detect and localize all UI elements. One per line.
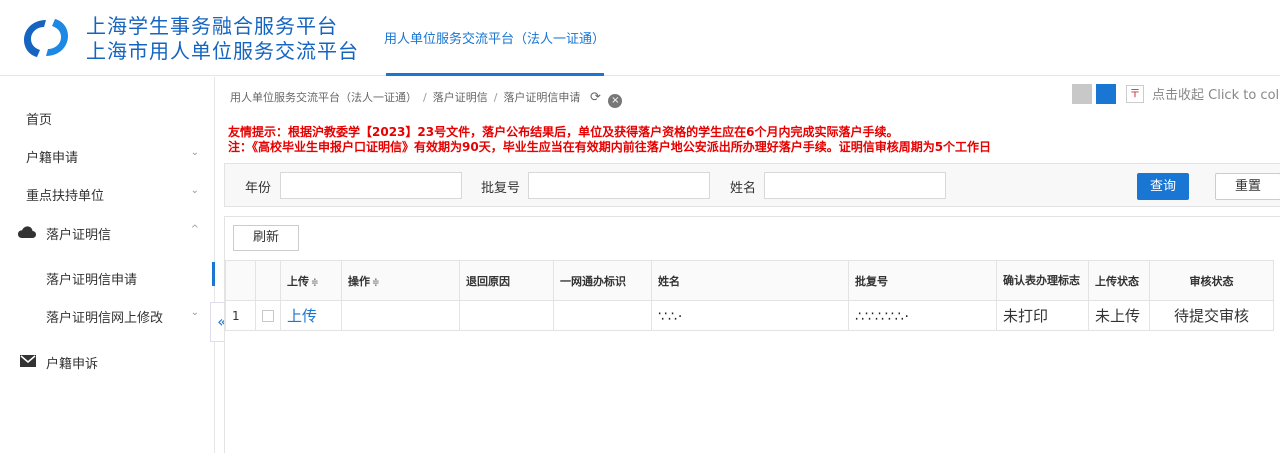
upload-status-cell: 未上传	[1088, 300, 1150, 331]
sidebar-menu: 首页 户籍申请 ⌄ 重点扶持单位 ⌄ 落户证明信 ^ 落户证明信申请 落户证明信…	[0, 77, 215, 453]
masked-batch-number: ∴∵∴∵∴·	[855, 308, 910, 325]
column-header-index	[225, 260, 256, 301]
chevron-down-icon: ⌄	[190, 147, 199, 158]
sort-icon[interactable]: ≑	[372, 278, 380, 288]
row-checkbox[interactable]	[262, 310, 274, 322]
sidebar-active-indicator	[212, 262, 215, 286]
close-icon[interactable]: ×	[608, 94, 623, 108]
envelope-icon	[20, 355, 36, 367]
confirm-flag-cell: 未打印	[996, 300, 1089, 331]
refresh-icon[interactable]: ⟳	[590, 90, 601, 105]
sidebar-item-label: 落户证明信	[46, 228, 112, 243]
brand-line-1: 上海学生事务融合服务平台	[86, 14, 338, 38]
review-status-cell: 待提交审核	[1149, 300, 1274, 331]
chevron-down-icon: ⌄	[190, 307, 199, 318]
sidebar-item-label: 户籍申诉	[46, 357, 99, 372]
column-header-upload-status: 上传状态	[1088, 260, 1150, 301]
year-label: 年份	[245, 181, 272, 196]
breadcrumb-item[interactable]: 落户证明信	[433, 91, 488, 104]
cloud-icon	[18, 226, 36, 238]
header-tab-platform[interactable]: 用人单位服务交流平台（法人一证通）	[384, 28, 605, 47]
refresh-button[interactable]: 刷新	[233, 225, 299, 251]
name-label: 姓名	[730, 181, 757, 196]
column-header-name: 姓名	[651, 260, 849, 301]
main-content: 用人单位服务交流平台（法人一证通） / 落户证明信 / 落户证明信申请 ⟳ × 〒点击收…	[216, 77, 1280, 453]
batch-label: 批复号	[481, 181, 521, 196]
chevron-up-icon: ^	[190, 224, 199, 235]
table-header-row: 上传 ≑ 操作 ≑ 退回原因 一网通办标识 姓名 批复号 确认表办理标志 上传状态 …	[225, 260, 1274, 301]
row-checkbox-cell[interactable]	[255, 300, 281, 331]
data-table: 上传 ≑ 操作 ≑ 退回原因 一网通办标识 姓名 批复号 确认表办理标志 上传状态 …	[225, 260, 1274, 331]
sidebar-item-home[interactable]: 首页	[0, 97, 215, 137]
reset-button[interactable]: 重置	[1215, 173, 1280, 200]
column-header-action[interactable]: 操作 ≑	[341, 260, 460, 301]
notice-line-1: 友情提示：根据沪教委学【2023】23号文件，落户公布结果后，单位及获得落户资格…	[228, 125, 899, 139]
query-button[interactable]: 查询	[1137, 173, 1189, 200]
theme-gray-swatch[interactable]	[1072, 83, 1092, 104]
column-header-review-status: 审核状态	[1149, 260, 1274, 301]
theme-blue-swatch[interactable]	[1096, 83, 1116, 104]
breadcrumb-separator: /	[493, 91, 498, 104]
toolbar-right: 〒点击收起 Click to col	[1072, 83, 1279, 104]
column-header-one-net-flag: 一网通办标识	[553, 260, 652, 301]
collapse-header-icon[interactable]: 〒	[1126, 84, 1144, 103]
batch-number-input[interactable]	[528, 172, 710, 199]
masked-name: ∵∴·	[658, 308, 684, 325]
sidebar-item-label: 落户证明信网上修改	[46, 311, 164, 326]
chevron-down-icon: ⌄	[190, 185, 199, 196]
return-reason-cell	[459, 300, 554, 331]
breadcrumb-item[interactable]: 落户证明信申请	[503, 91, 580, 104]
sidebar-item-settlement-letter-online-edit[interactable]: 落户证明信网上修改 ⌄	[0, 295, 215, 335]
column-header-return-reason: 退回原因	[459, 260, 554, 301]
sidebar-item-key-support-units[interactable]: 重点扶持单位 ⌄	[0, 173, 215, 213]
sidebar-item-label: 落户证明信申请	[46, 273, 138, 288]
sidebar-item-household-application[interactable]: 户籍申请 ⌄	[0, 135, 215, 175]
sidebar-item-settlement-letter[interactable]: 落户证明信 ^	[0, 212, 215, 252]
sidebar-item-label: 重点扶持单位	[26, 189, 105, 204]
column-header-label: 操作	[348, 274, 370, 288]
breadcrumb-separator: /	[423, 91, 427, 104]
filter-bar: 年份 批复号 姓名 查询 重置	[224, 163, 1280, 207]
batch-number-cell: ∴∵∴∵∴·	[848, 300, 997, 331]
platform-logo-icon	[24, 19, 68, 57]
collapse-header-text[interactable]: 点击收起 Click to col	[1152, 84, 1279, 103]
breadcrumb-item[interactable]: 用人单位服务交流平台（法人一证通）	[230, 91, 417, 104]
notice-text: 友情提示：根据沪教委学【2023】23号文件，落户公布结果后，单位及获得落户资格…	[228, 125, 991, 155]
column-header-batch-number: 批复号	[848, 260, 997, 301]
year-input[interactable]	[280, 172, 462, 199]
name-cell: ∵∴·	[651, 300, 849, 331]
column-header-confirm-flag: 确认表办理标志	[996, 260, 1089, 301]
column-header-select	[255, 260, 281, 301]
brand-line-2: 上海市用人单位服务交流平台	[86, 39, 359, 63]
table-row[interactable]: 1 上传 ∵∴· ∴∵∴∵∴· 未打印 未上传 待提交审核	[225, 300, 1274, 331]
sidebar-item-label: 户籍申请	[26, 151, 79, 166]
breadcrumb: 用人单位服务交流平台（法人一证通） / 落户证明信 / 落户证明信申请 ⟳ ×	[230, 89, 623, 108]
sort-icon[interactable]: ≑	[311, 278, 319, 288]
column-header-label: 上传	[287, 274, 309, 288]
row-index: 1	[225, 300, 256, 331]
action-cell	[341, 300, 460, 331]
name-input[interactable]	[764, 172, 946, 199]
notice-line-2: 注：《高校毕业生申报户口证明信》有效期为90天，毕业生应当在有效期内前往落户地公…	[228, 140, 992, 154]
column-header-upload[interactable]: 上传 ≑	[280, 260, 342, 301]
top-header: 上海学生事务融合服务平台 上海市用人单位服务交流平台 用人单位服务交流平台（法人…	[0, 0, 1280, 76]
sidebar-item-settlement-letter-apply[interactable]: 落户证明信申请	[0, 257, 215, 297]
header-tab-underline	[386, 73, 604, 76]
data-grid: 刷新 上传 ≑ 操作 ≑ 退回原因 一网通办标识 姓名 批复号 确认表办理标志 上传…	[224, 216, 1280, 453]
upload-cell: 上传	[280, 300, 342, 331]
one-net-flag-cell	[553, 300, 652, 331]
upload-link[interactable]: 上传	[287, 307, 317, 325]
sidebar-item-household-appeal[interactable]: 户籍申诉	[0, 341, 215, 381]
sidebar-item-label: 首页	[26, 113, 53, 128]
brand-title: 上海学生事务融合服务平台 上海市用人单位服务交流平台	[86, 14, 359, 64]
